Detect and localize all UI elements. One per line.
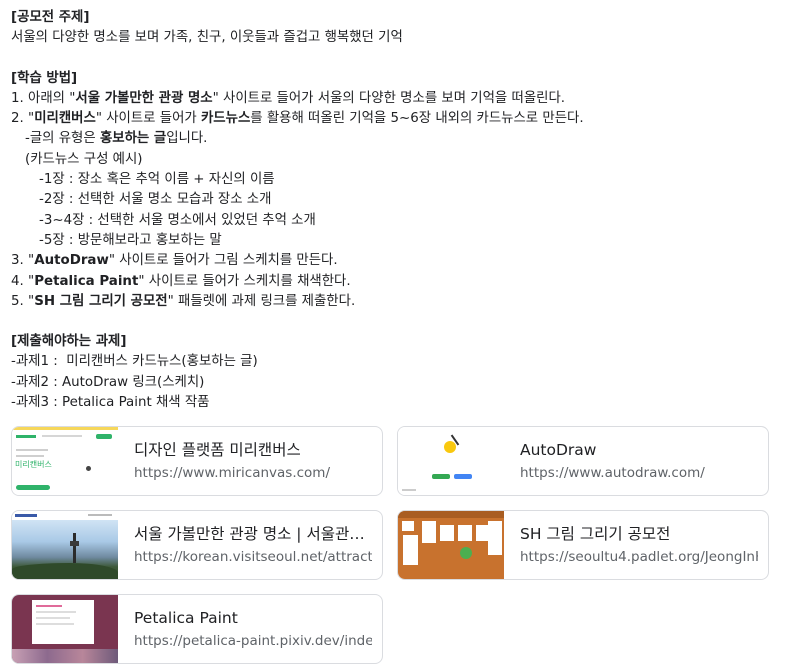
link-card-padlet[interactable]: SH 그림 그리기 공모전 https://seoultu4.padlet.or… <box>397 510 769 580</box>
link-title: Petalica Paint <box>134 609 238 627</box>
miricanvas-thumb-text: 미리캔버스 <box>15 460 52 469</box>
task-item: -과제2 : AutoDraw 링크(스케치) <box>11 374 205 390</box>
link-card-visitseoul[interactable]: 서울 가볼만한 관광 명소 | 서울관광 공식 사이트 https://kore… <box>11 510 383 580</box>
link-url: https://seoultu4.padlet.org/JeongInHwang <box>520 549 758 565</box>
link-url: https://www.autodraw.com/ <box>520 465 705 481</box>
petalica-thumbnail <box>12 595 118 663</box>
method-heading: [학습 방법] <box>11 70 78 86</box>
example-title: (카드뉴스 구성 예시) <box>25 151 143 167</box>
example-item: -1장 : 장소 혹은 추억 이름 + 자신의 이름 <box>39 172 275 188</box>
step-1: 1. 아래의 "서울 가볼만한 관광 명소" 사이트로 들어가 서울의 다양한 … <box>11 90 566 106</box>
link-title: SH 그림 그리기 공모전 <box>520 525 671 543</box>
example-item: -3~4장 : 선택한 서울 명소에서 있었던 추억 소개 <box>39 212 316 228</box>
link-card-autodraw[interactable]: AutoDraw https://www.autodraw.com/ <box>397 426 769 496</box>
task-item: -과제1 : 미리캔버스 카드뉴스(홍보하는 글) <box>11 354 258 370</box>
step-2: 2. "미리캔버스" 사이트로 들어가 카드뉴스를 활용해 떠올린 기억을 5~… <box>11 111 584 127</box>
link-url: https://korean.visitseoul.net/attraction… <box>134 549 372 565</box>
link-card-miricanvas[interactable]: 미리캔버스 디자인 플랫폼 미리캔버스 https://www.miricanv… <box>11 426 383 496</box>
step-2-type: -글의 유형은 홍보하는 글입니다. <box>25 131 208 147</box>
topic-text: 서울의 다양한 명소를 보며 가족, 친구, 이웃들과 즐겁고 행복했던 기억 <box>11 30 403 46</box>
step-5: 5. "SH 그림 그리기 공모전" 패들렛에 과제 링크를 제출한다. <box>11 293 356 309</box>
padlet-thumbnail <box>398 511 504 579</box>
task-item: -과제3 : Petalica Paint 채색 작품 <box>11 395 210 411</box>
link-url: https://www.miricanvas.com/ <box>134 465 330 481</box>
tasks-heading: [제출해야하는 과제] <box>11 334 127 350</box>
step-3: 3. "AutoDraw" 사이트로 들어가 그림 스케치를 만든다. <box>11 253 338 269</box>
topic-heading: [공모전 주제] <box>11 10 90 25</box>
link-url: https://petalica-paint.pixiv.dev/index_e… <box>134 633 372 649</box>
assignment-document: [공모전 주제] 서울의 다양한 명소를 보며 가족, 친구, 이웃들과 즐겁고… <box>11 8 791 413</box>
visitseoul-thumbnail <box>12 511 118 579</box>
link-title: 디자인 플랫폼 미리캔버스 <box>134 441 301 459</box>
link-title: 서울 가볼만한 관광 명소 | 서울관광 공식 사이트 <box>134 525 374 543</box>
autodraw-thumbnail <box>398 427 504 495</box>
example-item: -2장 : 선택한 서울 명소 모습과 장소 소개 <box>39 192 272 208</box>
miricanvas-thumbnail: 미리캔버스 <box>12 427 118 495</box>
step-4: 4. "Petalica Paint" 사이트로 들어가 스케치를 채색한다. <box>11 273 351 289</box>
link-title: AutoDraw <box>520 441 597 459</box>
example-item: -5장 : 방문해보라고 홍보하는 말 <box>39 232 222 248</box>
link-card-petalica[interactable]: Petalica Paint https://petalica-paint.pi… <box>11 594 383 664</box>
